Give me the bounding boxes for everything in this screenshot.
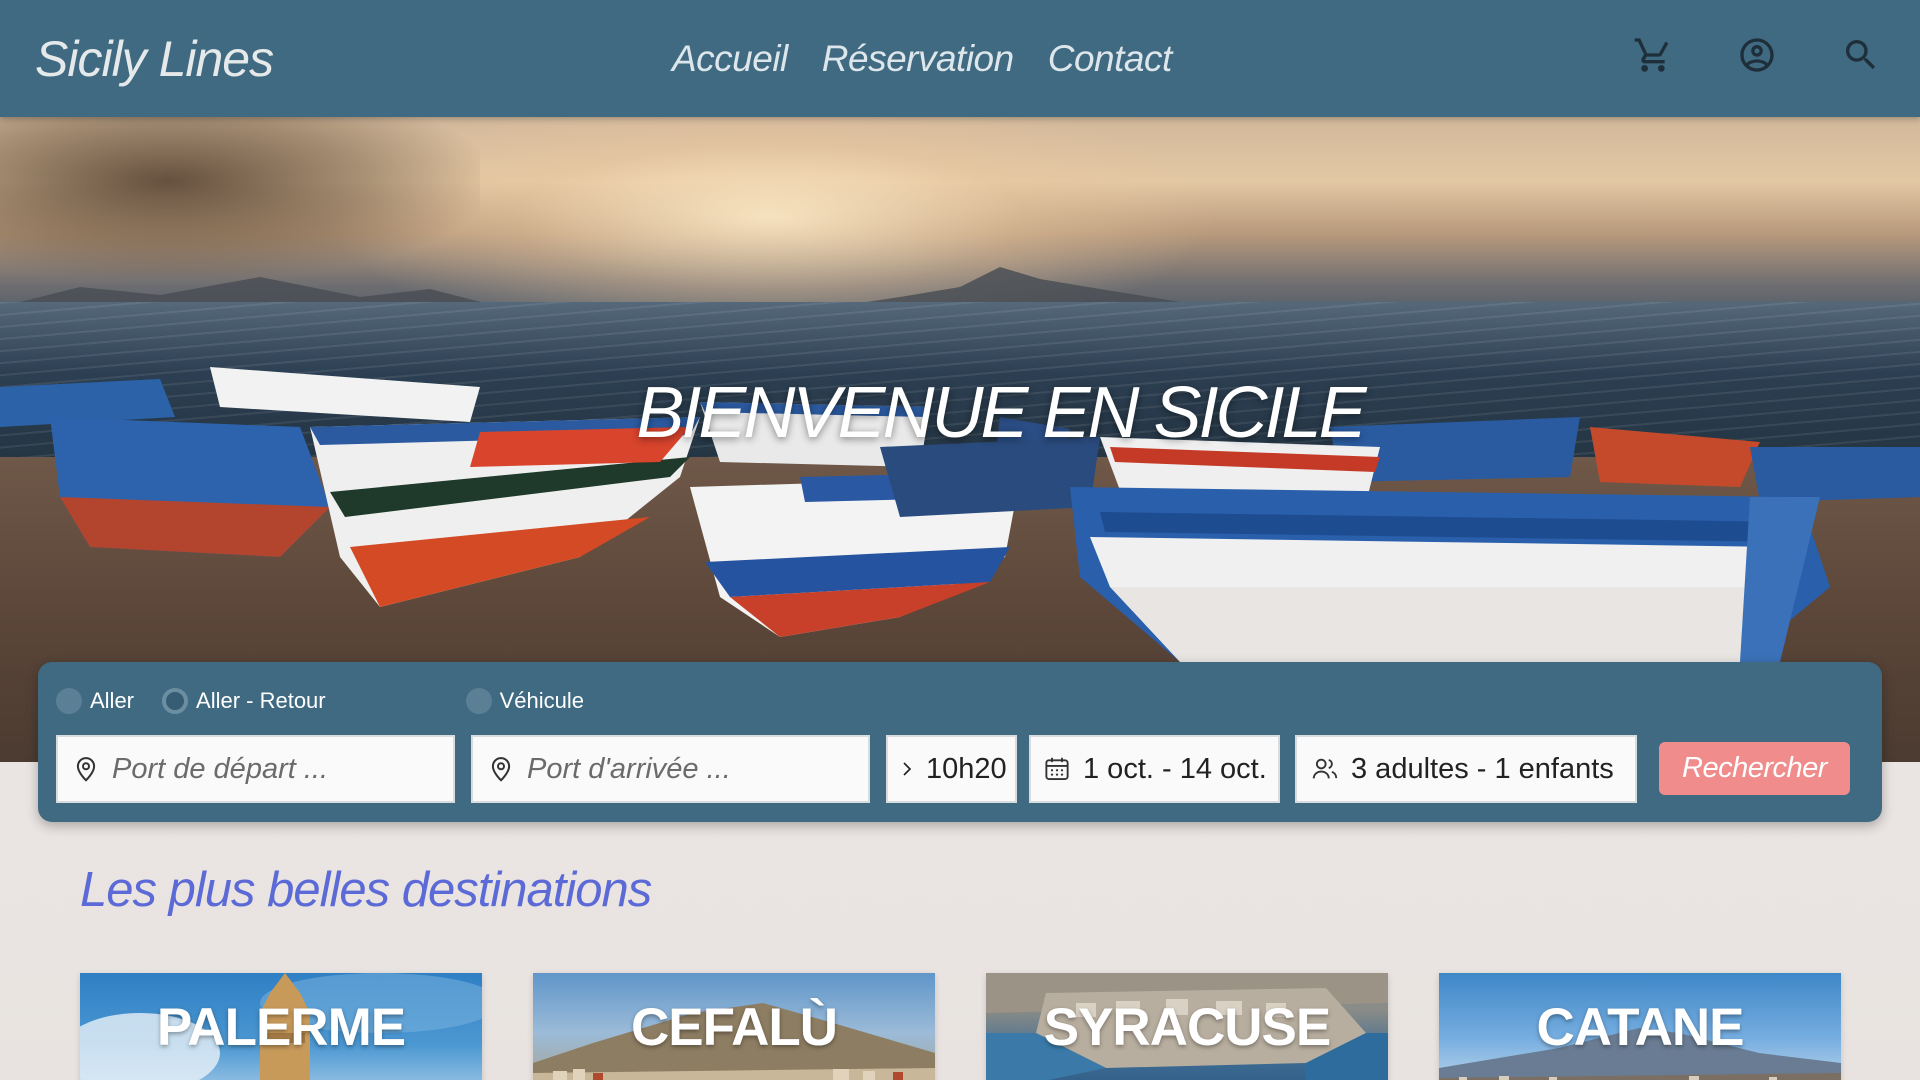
hero-title: BIENVENUE EN SICILE	[636, 373, 1366, 453]
nav-accueil[interactable]: Accueil	[672, 38, 788, 80]
people-icon	[1309, 753, 1341, 785]
radio-aller-retour[interactable]: Aller - Retour	[162, 688, 326, 714]
trip-type-group: Aller Aller - Retour Véhicule	[56, 688, 612, 714]
date-range-field[interactable]: 1 oct. - 14 oct.	[1029, 735, 1280, 803]
radio-vehicule-dot[interactable]	[465, 688, 492, 714]
destination-name: CATANE	[1536, 998, 1745, 1057]
radio-aller-retour-label: Aller - Retour	[196, 688, 326, 713]
radio-aller-label: Aller	[90, 688, 135, 713]
main-nav: Accueil Réservation Contact	[672, 38, 1172, 80]
passengers-field[interactable]: 3 adultes - 1 enfants	[1295, 735, 1637, 803]
destination-name: PALERME	[156, 998, 406, 1057]
header-actions	[1632, 34, 1882, 76]
brand-logo[interactable]: Sicily Lines	[35, 30, 274, 88]
search-icon[interactable]	[1840, 34, 1882, 76]
destination-card-catane[interactable]: CATANE	[1439, 973, 1841, 1080]
arrival-port-field[interactable]: Port d'arrivée ...	[471, 735, 870, 803]
destination-card-syracuse[interactable]: SYRACUSE	[986, 973, 1388, 1080]
destinations-title: Les plus belles destinations	[80, 863, 652, 917]
radio-aller-dot[interactable]	[56, 688, 82, 714]
booking-search-panel: Aller Aller - Retour Véhicule Port de dé…	[38, 662, 1882, 822]
nav-reservation[interactable]: Réservation	[822, 38, 1014, 80]
radio-vehicule[interactable]: Véhicule	[465, 688, 584, 714]
calendar-icon	[1041, 753, 1073, 785]
passengers-value: 3 adultes - 1 enfants	[1351, 752, 1614, 785]
destination-name: CEFALÙ	[631, 998, 838, 1057]
location-pin-icon	[70, 753, 102, 785]
location-pin-icon	[485, 753, 517, 785]
destination-card-palerme[interactable]: PALERME	[80, 973, 482, 1080]
departure-time-field[interactable]: 10h20	[886, 735, 1017, 803]
nav-contact[interactable]: Contact	[1048, 38, 1173, 80]
radio-aller[interactable]: Aller	[56, 688, 134, 714]
radio-vehicule-label: Véhicule	[499, 688, 584, 713]
arrival-port-placeholder: Port d'arrivée ...	[527, 752, 731, 785]
chevron-right-icon	[898, 753, 916, 785]
radio-aller-retour-dot[interactable]	[162, 688, 189, 714]
top-navbar: Sicily Lines Accueil Réservation Contact	[0, 0, 1920, 117]
destination-card-cefalu[interactable]: CEFALÙ	[533, 973, 935, 1080]
departure-port-field[interactable]: Port de départ ...	[56, 735, 455, 803]
date-range-value: 1 oct. - 14 oct.	[1083, 752, 1267, 785]
search-submit-button[interactable]: Rechercher	[1659, 742, 1850, 795]
destination-name: SYRACUSE	[1043, 998, 1332, 1057]
departure-time-value: 10h20	[926, 752, 1007, 785]
cart-icon[interactable]	[1632, 34, 1674, 76]
departure-port-placeholder: Port de départ ...	[112, 752, 329, 785]
account-icon[interactable]	[1736, 34, 1778, 76]
